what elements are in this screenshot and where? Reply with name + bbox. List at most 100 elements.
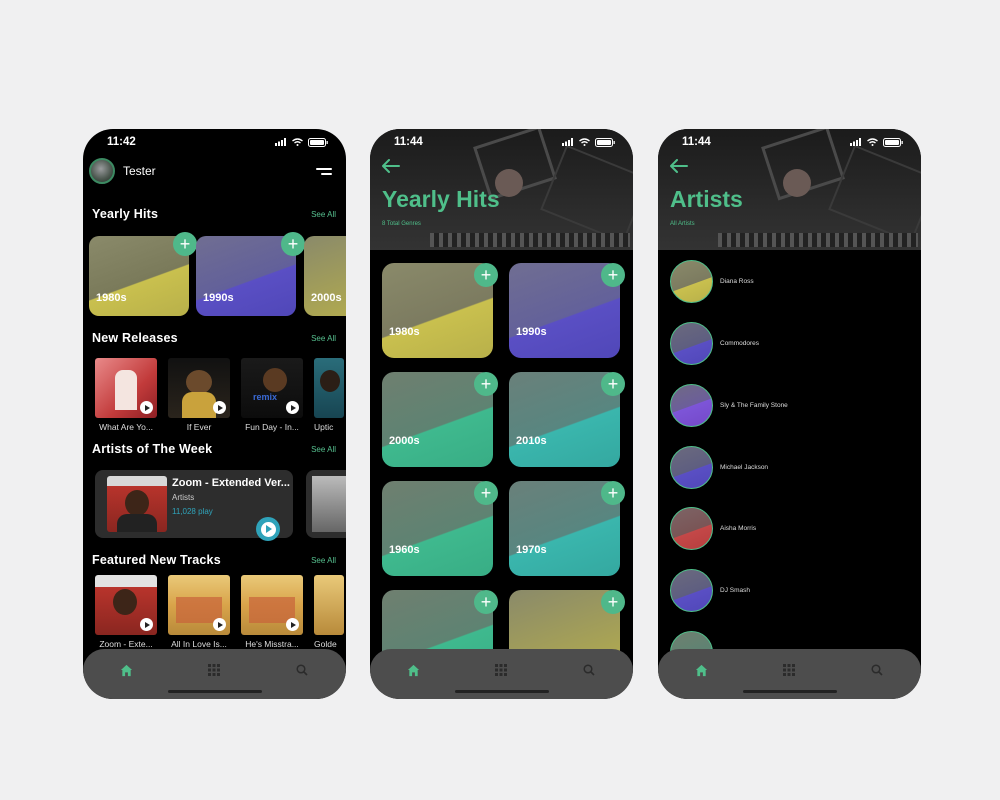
home-indicator: [167, 690, 262, 693]
yearly-hits-screen: 11:44 Yearly Hits 8 Total Genres 1980s +…: [370, 129, 633, 699]
artist-card-plays: 11,028 play: [172, 507, 213, 516]
track-title: Golde: [314, 639, 337, 649]
artist-list-item[interactable]: Sly & The Family Stone: [670, 384, 788, 427]
see-all-link[interactable]: See All: [311, 556, 336, 565]
home-icon: [121, 664, 133, 676]
status-bar: 11:42: [83, 129, 346, 155]
artist-card-type: Artists: [172, 493, 195, 502]
artist-list-item[interactable]: DJ Smash: [670, 569, 750, 612]
new-releases-carousel[interactable]: What Are Yo... If Ever remix Fun Day - I…: [89, 358, 346, 438]
tab-browse[interactable]: [772, 657, 806, 683]
user-profile[interactable]: Tester: [89, 158, 156, 184]
page-title: Yearly Hits: [382, 186, 500, 212]
album-title: If Ever: [186, 422, 212, 432]
track-title: Zoom - Exte...: [99, 639, 153, 649]
track-card[interactable]: Zoom - Exte...: [95, 575, 157, 649]
search-icon: [296, 664, 308, 676]
play-icon[interactable]: [286, 618, 299, 631]
tab-browse[interactable]: [484, 657, 518, 683]
tab-home[interactable]: [397, 657, 431, 683]
play-icon[interactable]: [213, 401, 226, 414]
status-time: 11:44: [682, 136, 711, 148]
add-icon[interactable]: +: [474, 481, 498, 505]
genre-card[interactable]: 2000s: [304, 236, 346, 316]
wifi-icon: [292, 138, 303, 146]
artist-cover: [107, 476, 167, 532]
play-button[interactable]: [256, 517, 280, 541]
artist-list-item[interactable]: Aisha Morris: [670, 507, 756, 550]
back-arrow-icon: [382, 159, 400, 173]
grid-icon: [495, 664, 508, 676]
see-all-link[interactable]: See All: [311, 445, 336, 454]
artist-list-item[interactable]: Michael Jackson: [670, 446, 768, 489]
add-icon[interactable]: +: [474, 372, 498, 396]
artist-avatar: [670, 507, 713, 550]
artist-name: Aisha Morris: [720, 525, 757, 532]
play-icon[interactable]: [213, 618, 226, 631]
section-title: Yearly Hits: [92, 207, 159, 221]
album-title: Uptic: [314, 422, 334, 432]
signal-icon: [275, 138, 286, 146]
album-title: What Are Yo...: [99, 422, 153, 432]
add-icon[interactable]: +: [474, 590, 498, 614]
featured-header: Featured New Tracks See All: [92, 553, 336, 567]
album-cover: remix: [241, 358, 303, 418]
yearly-hits-carousel[interactable]: 1980s + 1990s + 2000s: [89, 229, 346, 321]
add-icon[interactable]: +: [173, 232, 197, 256]
artist-card[interactable]: Zoom - Extended Ver... Artists 11,028 pl…: [95, 470, 293, 541]
album-card[interactable]: remix Fun Day - In...: [241, 358, 303, 432]
battery-icon: [595, 137, 615, 147]
track-cover: [95, 575, 157, 635]
yearly-hits-header: Yearly Hits See All: [92, 207, 336, 221]
album-card[interactable]: What Are Yo...: [95, 358, 157, 432]
track-card[interactable]: He's Misstra...: [241, 575, 303, 649]
artist-avatar: [670, 446, 713, 489]
add-icon[interactable]: +: [601, 590, 625, 614]
tab-home[interactable]: [110, 657, 144, 683]
back-button[interactable]: [670, 159, 688, 178]
home-icon: [696, 664, 708, 676]
home-indicator: [454, 690, 549, 693]
add-icon[interactable]: +: [601, 263, 625, 287]
grid-icon: [208, 664, 221, 676]
track-cover: [168, 575, 230, 635]
artist-list-item[interactable]: Diana Ross: [670, 260, 754, 303]
back-button[interactable]: [382, 159, 400, 178]
add-icon[interactable]: +: [474, 263, 498, 287]
avatar[interactable]: [89, 158, 115, 184]
album-title: Fun Day - In...: [245, 422, 299, 432]
status-icons: [562, 137, 615, 147]
search-icon: [871, 664, 883, 676]
add-icon[interactable]: +: [601, 481, 625, 505]
status-bar: 11:44: [658, 129, 921, 155]
album-card[interactable]: If Ever: [168, 358, 230, 432]
track-card[interactable]: All In Love Is...: [168, 575, 230, 649]
play-icon[interactable]: [140, 618, 153, 631]
menu-icon[interactable]: [314, 164, 332, 178]
track-card[interactable]: Golde: [314, 575, 344, 649]
track-cover: [314, 575, 344, 635]
see-all-link[interactable]: See All: [311, 210, 336, 219]
artist-name: DJ Smash: [720, 587, 750, 594]
artist-list-item[interactable]: Commodores: [670, 322, 759, 365]
see-all-link[interactable]: See All: [311, 334, 336, 343]
genre-label: 1960s: [389, 544, 420, 556]
tab-search[interactable]: [860, 657, 894, 683]
tab-home[interactable]: [685, 657, 719, 683]
artist-name: Michael Jackson: [720, 464, 769, 471]
play-icon[interactable]: [140, 401, 153, 414]
add-icon[interactable]: +: [601, 372, 625, 396]
tab-search[interactable]: [572, 657, 606, 683]
play-icon: [260, 521, 276, 537]
tab-search[interactable]: [285, 657, 319, 683]
back-arrow-icon: [670, 159, 688, 173]
wifi-icon: [867, 138, 878, 146]
tab-browse[interactable]: [197, 657, 231, 683]
genre-label: 2000s: [311, 292, 342, 304]
artist-card[interactable]: [306, 470, 346, 538]
play-icon[interactable]: [286, 401, 299, 414]
track-title: He's Misstra...: [245, 639, 299, 649]
album-card[interactable]: Uptic: [314, 358, 344, 432]
add-icon[interactable]: +: [281, 232, 305, 256]
featured-carousel[interactable]: Zoom - Exte... All In Love Is... He's Mi…: [89, 575, 346, 651]
